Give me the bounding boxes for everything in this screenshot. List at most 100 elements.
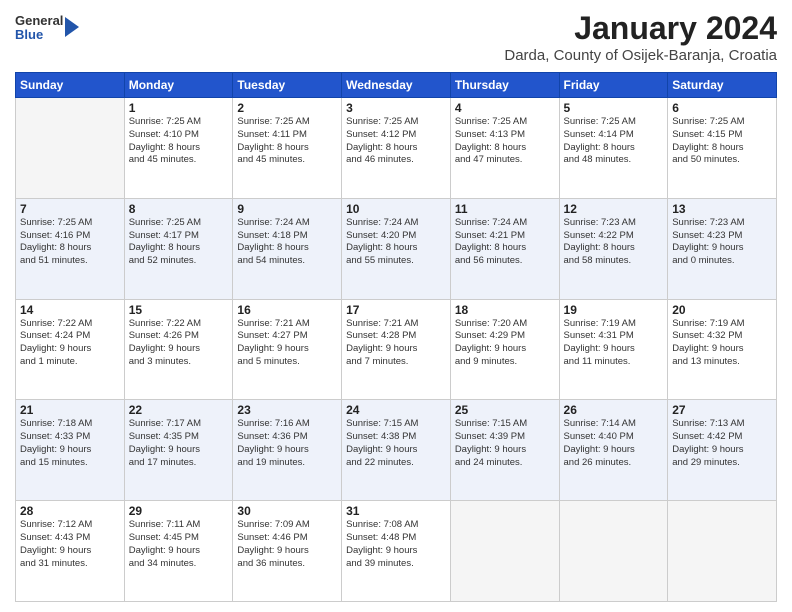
day-number: 24 (346, 403, 446, 417)
calendar-cell: 15Sunrise: 7:22 AMSunset: 4:26 PMDayligh… (124, 299, 233, 400)
day-info: Sunrise: 7:17 AMSunset: 4:35 PMDaylight:… (129, 418, 229, 469)
calendar-cell: 10Sunrise: 7:24 AMSunset: 4:20 PMDayligh… (342, 198, 451, 299)
page-title: January 2024 (504, 10, 777, 47)
day-number: 13 (672, 202, 772, 216)
day-number: 18 (455, 303, 555, 317)
header: General Blue January 2024 Darda, County … (15, 10, 777, 64)
page-subtitle: Darda, County of Osijek-Baranja, Croatia (504, 47, 777, 64)
day-number: 19 (564, 303, 664, 317)
day-info: Sunrise: 7:15 AMSunset: 4:39 PMDaylight:… (455, 418, 555, 469)
calendar-cell: 8Sunrise: 7:25 AMSunset: 4:17 PMDaylight… (124, 198, 233, 299)
calendar-row-3: 14Sunrise: 7:22 AMSunset: 4:24 PMDayligh… (16, 299, 777, 400)
day-number: 28 (20, 504, 120, 518)
day-info: Sunrise: 7:25 AMSunset: 4:13 PMDaylight:… (455, 116, 555, 167)
day-info: Sunrise: 7:25 AMSunset: 4:15 PMDaylight:… (672, 116, 772, 167)
calendar-cell: 1Sunrise: 7:25 AMSunset: 4:10 PMDaylight… (124, 98, 233, 199)
calendar-cell: 21Sunrise: 7:18 AMSunset: 4:33 PMDayligh… (16, 400, 125, 501)
calendar-cell (450, 501, 559, 602)
calendar-cell: 18Sunrise: 7:20 AMSunset: 4:29 PMDayligh… (450, 299, 559, 400)
calendar-row-2: 7Sunrise: 7:25 AMSunset: 4:16 PMDaylight… (16, 198, 777, 299)
calendar-cell: 14Sunrise: 7:22 AMSunset: 4:24 PMDayligh… (16, 299, 125, 400)
day-info: Sunrise: 7:22 AMSunset: 4:26 PMDaylight:… (129, 318, 229, 369)
day-info: Sunrise: 7:13 AMSunset: 4:42 PMDaylight:… (672, 418, 772, 469)
day-info: Sunrise: 7:08 AMSunset: 4:48 PMDaylight:… (346, 519, 446, 570)
day-info: Sunrise: 7:22 AMSunset: 4:24 PMDaylight:… (20, 318, 120, 369)
day-info: Sunrise: 7:23 AMSunset: 4:22 PMDaylight:… (564, 217, 664, 268)
page: General Blue January 2024 Darda, County … (0, 0, 792, 612)
logo-text: General Blue (15, 14, 63, 43)
day-number: 20 (672, 303, 772, 317)
col-wednesday: Wednesday (342, 73, 451, 98)
day-info: Sunrise: 7:11 AMSunset: 4:45 PMDaylight:… (129, 519, 229, 570)
day-info: Sunrise: 7:24 AMSunset: 4:20 PMDaylight:… (346, 217, 446, 268)
day-number: 25 (455, 403, 555, 417)
day-info: Sunrise: 7:24 AMSunset: 4:18 PMDaylight:… (237, 217, 337, 268)
logo-blue: Blue (15, 28, 63, 42)
calendar-cell: 13Sunrise: 7:23 AMSunset: 4:23 PMDayligh… (668, 198, 777, 299)
calendar-cell (559, 501, 668, 602)
day-number: 7 (20, 202, 120, 216)
day-info: Sunrise: 7:25 AMSunset: 4:10 PMDaylight:… (129, 116, 229, 167)
calendar-cell: 22Sunrise: 7:17 AMSunset: 4:35 PMDayligh… (124, 400, 233, 501)
calendar-cell: 25Sunrise: 7:15 AMSunset: 4:39 PMDayligh… (450, 400, 559, 501)
day-number: 4 (455, 101, 555, 115)
day-number: 11 (455, 202, 555, 216)
day-info: Sunrise: 7:25 AMSunset: 4:16 PMDaylight:… (20, 217, 120, 268)
title-section: January 2024 Darda, County of Osijek-Bar… (504, 10, 777, 64)
day-info: Sunrise: 7:19 AMSunset: 4:31 PMDaylight:… (564, 318, 664, 369)
day-number: 12 (564, 202, 664, 216)
day-number: 1 (129, 101, 229, 115)
calendar-cell (16, 98, 125, 199)
day-info: Sunrise: 7:25 AMSunset: 4:14 PMDaylight:… (564, 116, 664, 167)
day-info: Sunrise: 7:24 AMSunset: 4:21 PMDaylight:… (455, 217, 555, 268)
day-number: 23 (237, 403, 337, 417)
col-saturday: Saturday (668, 73, 777, 98)
calendar-cell: 29Sunrise: 7:11 AMSunset: 4:45 PMDayligh… (124, 501, 233, 602)
day-info: Sunrise: 7:14 AMSunset: 4:40 PMDaylight:… (564, 418, 664, 469)
calendar-table: Sunday Monday Tuesday Wednesday Thursday… (15, 72, 777, 602)
calendar-header-row: Sunday Monday Tuesday Wednesday Thursday… (16, 73, 777, 98)
day-info: Sunrise: 7:25 AMSunset: 4:11 PMDaylight:… (237, 116, 337, 167)
day-number: 3 (346, 101, 446, 115)
calendar-cell: 17Sunrise: 7:21 AMSunset: 4:28 PMDayligh… (342, 299, 451, 400)
day-number: 16 (237, 303, 337, 317)
day-number: 31 (346, 504, 446, 518)
col-friday: Friday (559, 73, 668, 98)
day-number: 21 (20, 403, 120, 417)
calendar-cell: 9Sunrise: 7:24 AMSunset: 4:18 PMDaylight… (233, 198, 342, 299)
day-number: 10 (346, 202, 446, 216)
day-number: 27 (672, 403, 772, 417)
calendar-cell: 26Sunrise: 7:14 AMSunset: 4:40 PMDayligh… (559, 400, 668, 501)
calendar-row-1: 1Sunrise: 7:25 AMSunset: 4:10 PMDaylight… (16, 98, 777, 199)
day-info: Sunrise: 7:20 AMSunset: 4:29 PMDaylight:… (455, 318, 555, 369)
calendar-cell: 4Sunrise: 7:25 AMSunset: 4:13 PMDaylight… (450, 98, 559, 199)
day-info: Sunrise: 7:19 AMSunset: 4:32 PMDaylight:… (672, 318, 772, 369)
col-thursday: Thursday (450, 73, 559, 98)
day-info: Sunrise: 7:16 AMSunset: 4:36 PMDaylight:… (237, 418, 337, 469)
day-info: Sunrise: 7:15 AMSunset: 4:38 PMDaylight:… (346, 418, 446, 469)
calendar-cell: 30Sunrise: 7:09 AMSunset: 4:46 PMDayligh… (233, 501, 342, 602)
col-sunday: Sunday (16, 73, 125, 98)
day-info: Sunrise: 7:25 AMSunset: 4:12 PMDaylight:… (346, 116, 446, 167)
calendar-cell: 19Sunrise: 7:19 AMSunset: 4:31 PMDayligh… (559, 299, 668, 400)
calendar-row-5: 28Sunrise: 7:12 AMSunset: 4:43 PMDayligh… (16, 501, 777, 602)
day-number: 15 (129, 303, 229, 317)
day-info: Sunrise: 7:21 AMSunset: 4:28 PMDaylight:… (346, 318, 446, 369)
calendar-cell: 20Sunrise: 7:19 AMSunset: 4:32 PMDayligh… (668, 299, 777, 400)
logo-arrow-icon (65, 17, 79, 37)
day-number: 26 (564, 403, 664, 417)
calendar-cell: 7Sunrise: 7:25 AMSunset: 4:16 PMDaylight… (16, 198, 125, 299)
day-info: Sunrise: 7:25 AMSunset: 4:17 PMDaylight:… (129, 217, 229, 268)
day-number: 6 (672, 101, 772, 115)
day-info: Sunrise: 7:12 AMSunset: 4:43 PMDaylight:… (20, 519, 120, 570)
day-info: Sunrise: 7:18 AMSunset: 4:33 PMDaylight:… (20, 418, 120, 469)
day-info: Sunrise: 7:21 AMSunset: 4:27 PMDaylight:… (237, 318, 337, 369)
day-number: 17 (346, 303, 446, 317)
calendar-cell (668, 501, 777, 602)
day-number: 9 (237, 202, 337, 216)
calendar-cell: 11Sunrise: 7:24 AMSunset: 4:21 PMDayligh… (450, 198, 559, 299)
calendar-row-4: 21Sunrise: 7:18 AMSunset: 4:33 PMDayligh… (16, 400, 777, 501)
col-tuesday: Tuesday (233, 73, 342, 98)
calendar-cell: 12Sunrise: 7:23 AMSunset: 4:22 PMDayligh… (559, 198, 668, 299)
calendar-cell: 2Sunrise: 7:25 AMSunset: 4:11 PMDaylight… (233, 98, 342, 199)
